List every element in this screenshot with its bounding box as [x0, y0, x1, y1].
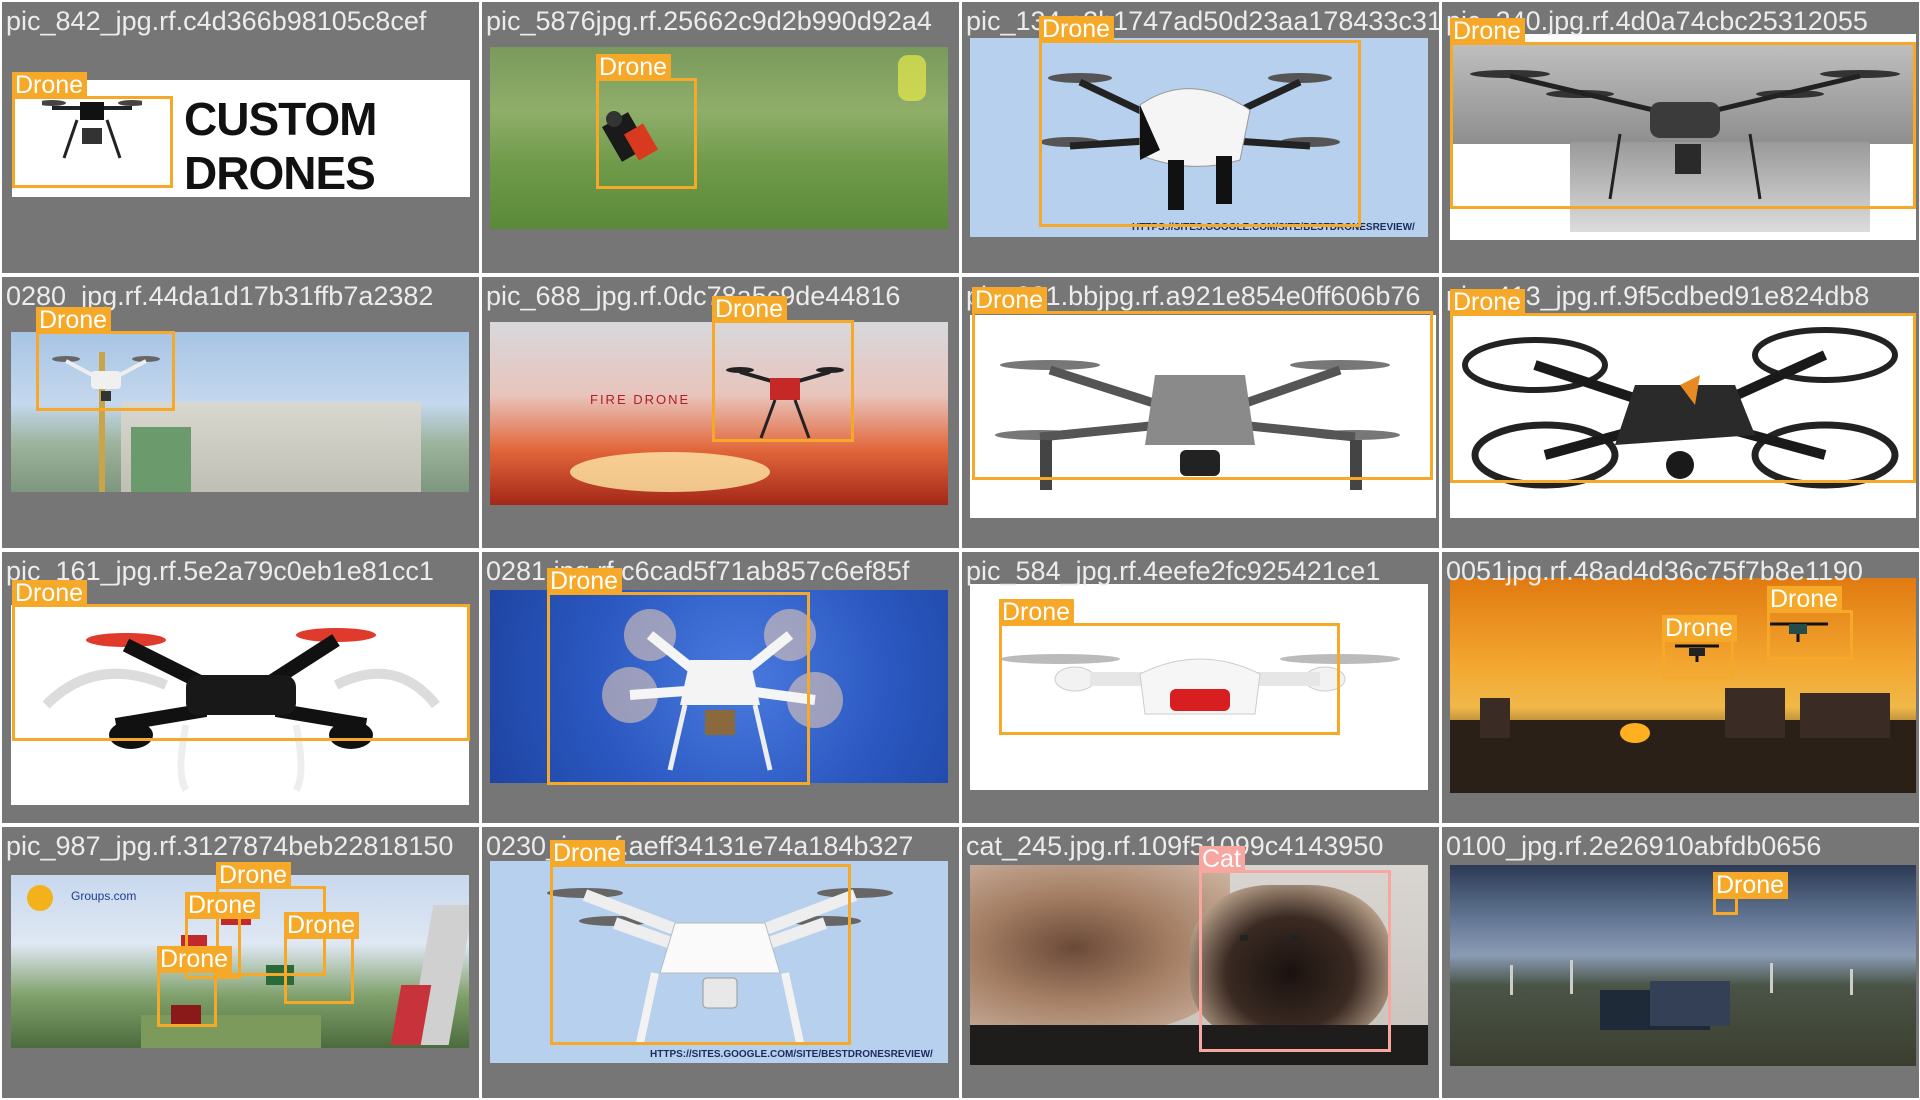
- detection-box: Drone: [1767, 586, 1853, 660]
- detection-label: Drone: [1039, 16, 1115, 43]
- tile-filename: pic_5876jpg.rf.25662c9d2b990d92a4: [486, 6, 932, 36]
- tile-16: 0100_jpg.rf.2e26910abfdb0656 Drone: [1442, 827, 1919, 1098]
- detection-box: Drone: [1713, 872, 1789, 915]
- detection-box: Drone: [284, 912, 360, 1004]
- logo-text: Groups.com: [71, 889, 137, 903]
- tile-12: 0051jpg.rf.48ad4d36c75f7b8e1190 Drone Dr…: [1442, 552, 1919, 823]
- tile-photo: [1450, 865, 1916, 1066]
- tile-5: 0280_jpg.rf.44da1d17b31ffb7a2382 Drone: [2, 277, 479, 548]
- tile-3: pic_134.a3b1747ad50d23aa178433c3150 HTTP…: [962, 2, 1439, 273]
- detection-box: Drone: [36, 307, 175, 411]
- detection-label: Drone: [999, 599, 1075, 626]
- tile-filename: pic_584_jpg.rf.4eefe2fc925421ce1: [966, 556, 1381, 586]
- detection-box: Cat: [1199, 846, 1391, 1052]
- watermark-text: HTTPS://SITES.GOOGLE.COM/SITE/BESTDRONES…: [650, 1049, 933, 1060]
- tile-10: 0281.jpg.rf.c6cad5f71ab857c6ef85f Drone: [482, 552, 959, 823]
- tile-photo: [490, 47, 948, 229]
- detection-box: Drone: [547, 568, 810, 785]
- detection-label: Drone: [1767, 586, 1843, 613]
- detection-box: Drone: [999, 599, 1340, 735]
- detection-label: Cat: [1199, 846, 1245, 873]
- tile-15: cat_245.jpg.rf.109f51099c4143950 Cat: [962, 827, 1439, 1098]
- tile-filename: 0100_jpg.rf.2e26910abfdb0656: [1446, 831, 1822, 861]
- logo-icon: [27, 885, 53, 911]
- detection-box: Drone: [12, 72, 173, 188]
- detection-label: Drone: [1450, 289, 1526, 316]
- detection-label: Drone: [547, 568, 623, 595]
- tile-filename: pic_987_jpg.rf.3127874beb22818150: [6, 831, 454, 861]
- detection-grid: pic_842_jpg.rf.c4d366b98105c8cef CUSTOM …: [0, 0, 1920, 1100]
- detection-box: Drone: [712, 296, 854, 442]
- detection-box: Drone: [157, 946, 233, 1027]
- detection-box: Drone: [1662, 615, 1738, 679]
- tile-filename: pic_134.a3b1747ad50d23aa178433c3150: [966, 6, 1439, 36]
- tile-14: 0230_jpg.rf.aeff34131e74a184b327 HTTPS:/…: [482, 827, 959, 1098]
- detection-label: Drone: [12, 72, 88, 99]
- detection-box: Drone: [1450, 289, 1916, 483]
- tile-13: pic_987_jpg.rf.3127874beb22818150 Groups…: [2, 827, 479, 1098]
- tile-1: pic_842_jpg.rf.c4d366b98105c8cef CUSTOM …: [2, 2, 479, 273]
- detection-label: Drone: [550, 840, 626, 867]
- detection-box: Drone: [972, 287, 1433, 480]
- tile-2: pic_5876jpg.rf.25662c9d2b990d92a4 Drone: [482, 2, 959, 273]
- banner-text: CUSTOM DRONES: [184, 93, 378, 197]
- detection-label: Drone: [1662, 615, 1738, 642]
- detection-label: Drone: [1450, 18, 1526, 45]
- detection-box: Drone: [550, 840, 851, 1045]
- detection-label: Drone: [972, 287, 1048, 314]
- tile-8: pic_413_jpg.rf.9f5cdbed91e824db8 Drone: [1442, 277, 1919, 548]
- detection-label: Drone: [712, 296, 788, 323]
- detection-label: Drone: [185, 892, 261, 919]
- tile-4: pic_240.jpg.rf.4d0a74cbc25312055 Drone: [1442, 2, 1919, 273]
- tile-filename: 0051jpg.rf.48ad4d36c75f7b8e1190: [1446, 556, 1863, 586]
- detection-box: Drone: [12, 580, 470, 741]
- detection-label: Drone: [12, 580, 88, 607]
- detection-label: Drone: [216, 862, 292, 889]
- detection-label: Drone: [284, 912, 360, 939]
- tile-7: pic_231.bbjpg.rf.a921e854e0ff606b76 Dron…: [962, 277, 1439, 548]
- detection-label: Drone: [1713, 872, 1789, 899]
- tile-9: pic_161_jpg.rf.5e2a79c0eb1e81cc1 Drone: [2, 552, 479, 823]
- tile-11: pic_584_jpg.rf.4eefe2fc925421ce1 Drone: [962, 552, 1439, 823]
- tile-filename: pic_842_jpg.rf.c4d366b98105c8cef: [6, 6, 427, 36]
- tile-6: pic_688_jpg.rf.0dc78a5c9de44816 FIRE DRO…: [482, 277, 959, 548]
- detection-label: Drone: [36, 307, 112, 334]
- detection-box: Drone: [1039, 16, 1361, 227]
- detection-label: Drone: [596, 54, 672, 81]
- detection-box: Drone: [1450, 18, 1916, 209]
- banner-text: FIRE DRONE: [590, 392, 691, 407]
- detection-box: Drone: [596, 54, 697, 189]
- detection-label: Drone: [157, 946, 233, 973]
